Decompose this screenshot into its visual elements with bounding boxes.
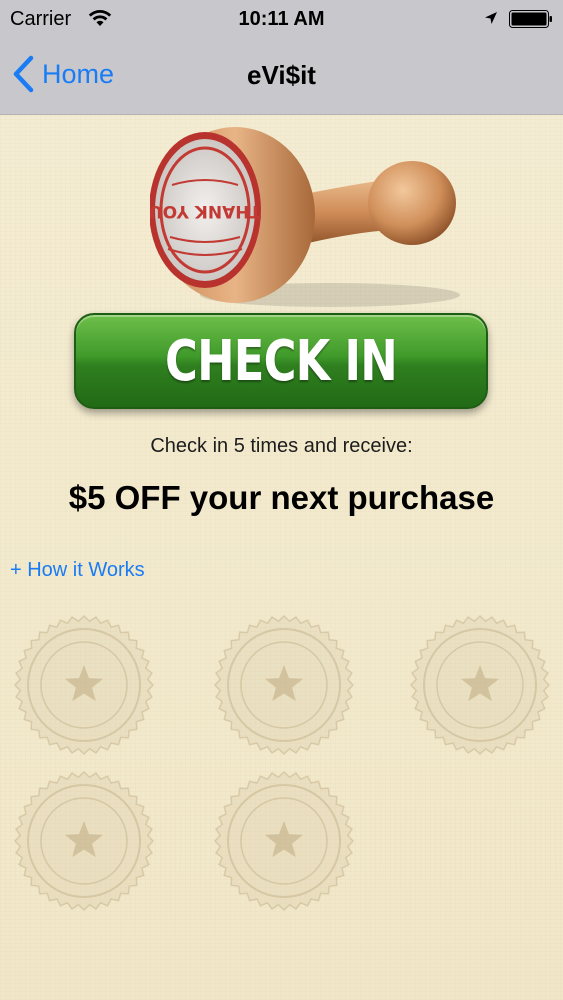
rubber-stamp-image: THANK YOU <box>150 127 460 307</box>
check-in-button[interactable]: CHECK IN <box>74 313 488 409</box>
stamp-text: THANK YOU <box>150 201 261 221</box>
battery-icon <box>509 10 552 28</box>
reward-text: $5 OFF your next purchase <box>68 479 495 516</box>
status-bar: Carrier 10:11 AM <box>0 0 563 38</box>
page-title: eVi$it <box>247 60 316 90</box>
status-time: 10:11 AM <box>238 8 325 30</box>
star-seal-icon <box>214 771 354 911</box>
navigation-bar: Home eVi$it <box>0 38 563 115</box>
check-in-subtitle: Check in 5 times and receive: <box>150 435 413 457</box>
star-seal-icon <box>410 615 550 755</box>
star-seal-icon <box>14 615 154 755</box>
star-seal-icon <box>14 771 154 911</box>
check-in-label: CHECK IN <box>165 328 398 394</box>
checkin-content: THANK YOU CHECK IN Check in 5 times and … <box>0 115 563 1000</box>
how-it-works-link[interactable]: + How it Works <box>10 559 145 582</box>
location-icon <box>485 12 497 24</box>
star-seal-icon <box>214 615 354 755</box>
